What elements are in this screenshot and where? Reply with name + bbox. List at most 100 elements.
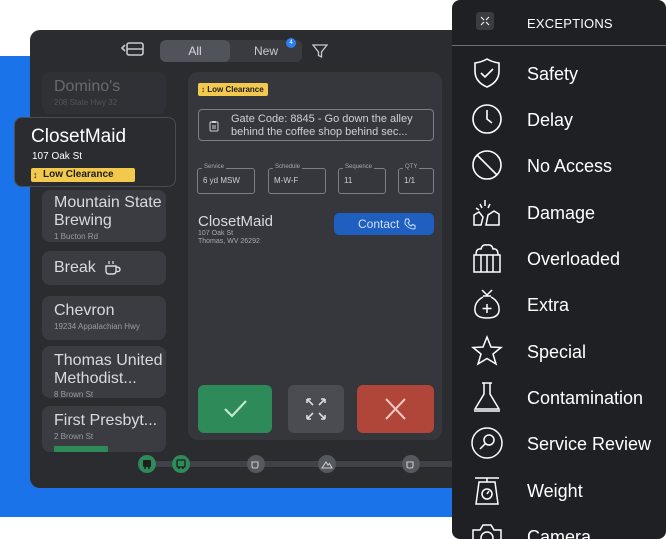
menu-item-no-access[interactable]: No Access bbox=[452, 142, 666, 188]
stop-address: 208 State Hwy 32 bbox=[54, 98, 118, 107]
schedule-label: Schedule bbox=[273, 162, 303, 172]
break-label: Break bbox=[54, 259, 96, 276]
stop-filter-tabs: All New bbox=[160, 40, 302, 62]
menu-item-service-review[interactable]: Service Review bbox=[452, 420, 666, 466]
route-back-icon[interactable] bbox=[118, 38, 146, 60]
qty-field: QTY 1/1 bbox=[398, 162, 434, 194]
exceptions-menu-header: EXCEPTIONS bbox=[452, 0, 666, 46]
stop-address: 8 Brown St bbox=[54, 390, 94, 398]
phone-icon bbox=[404, 218, 416, 230]
break-button[interactable]: Break bbox=[42, 251, 166, 285]
stop-name: Domino's bbox=[54, 78, 121, 95]
menu-item-label: Delay bbox=[527, 110, 574, 130]
stop-address: 1 Bucton Rd bbox=[54, 232, 99, 241]
collapse-arrows-icon[interactable] bbox=[476, 12, 494, 30]
x-icon bbox=[385, 398, 406, 420]
menu-item-damage[interactable]: Damage bbox=[452, 189, 666, 235]
menu-item-contamination[interactable]: Contamination bbox=[452, 374, 666, 420]
stop-address: 2 Brown St bbox=[54, 432, 94, 441]
menu-item-label: Safety bbox=[527, 64, 579, 84]
service-field: Service 6 yd MSW bbox=[197, 162, 255, 194]
sequence-field: Sequence 11 bbox=[338, 162, 386, 194]
scale-icon bbox=[475, 477, 499, 505]
flask-icon bbox=[473, 382, 501, 412]
low-clearance-tag: Low Clearance bbox=[31, 168, 135, 182]
selected-stop-address: 107 Oak St bbox=[32, 151, 83, 162]
menu-item-label: Contamination bbox=[527, 388, 644, 408]
menu-item-camera[interactable]: Camera bbox=[452, 513, 666, 539]
status-badge bbox=[54, 446, 108, 452]
extra-bag-icon bbox=[474, 289, 500, 319]
menu-item-label: Service Review bbox=[527, 434, 652, 454]
customer-address-line2: Thomas, WV 26292 bbox=[198, 238, 260, 245]
qty-value: 1/1 bbox=[404, 176, 416, 185]
menu-item-label: Damage bbox=[527, 203, 596, 223]
tablet-screen: All New 4 Domino's 208 State Hwy 32 Moun… bbox=[30, 30, 470, 488]
no-entry-icon bbox=[472, 150, 502, 180]
menu-item-label: Extra bbox=[527, 295, 570, 315]
service-label: Service bbox=[202, 162, 227, 172]
tab-all[interactable]: All bbox=[160, 40, 230, 62]
menu-item-safety[interactable]: Safety bbox=[452, 50, 666, 96]
expand-arrows-icon bbox=[306, 398, 326, 420]
landfill-icon[interactable] bbox=[318, 455, 336, 473]
clipboard-icon bbox=[209, 121, 219, 132]
stop-name: Thomas United Methodist... bbox=[54, 352, 163, 387]
qty-label: QTY bbox=[403, 162, 420, 172]
exceptions-menu: EXCEPTIONS Safety Delay No Access Damage… bbox=[452, 0, 666, 539]
stop-name: Mountain State Brewing bbox=[54, 194, 162, 229]
list-item[interactable]: Chevron 19234 Appalachian Hwy bbox=[42, 296, 166, 340]
schedule-value: M-W-F bbox=[274, 176, 299, 185]
menu-item-label: Overloaded bbox=[527, 249, 621, 269]
camera-icon bbox=[472, 524, 502, 539]
menu-item-overloaded[interactable]: Overloaded bbox=[452, 235, 666, 281]
gate-note-field[interactable]: Gate Code: 8845 - Go down the alley behi… bbox=[198, 109, 434, 141]
customer-name: ClosetMaid bbox=[198, 213, 274, 230]
stop-name: First Presbyt... bbox=[54, 412, 158, 429]
list-item[interactable]: Thomas United Methodist... 8 Brown St bbox=[42, 346, 166, 398]
truck-icon[interactable] bbox=[138, 455, 156, 473]
checkmark-icon bbox=[224, 400, 247, 418]
menu-item-extra[interactable]: Extra bbox=[452, 281, 666, 327]
damage-icon bbox=[473, 200, 500, 226]
selected-stop-card[interactable]: ClosetMaid 107 Oak St Low Clearance bbox=[14, 117, 176, 187]
schedule-field: Schedule M-W-F bbox=[268, 162, 326, 194]
sequence-label: Sequence bbox=[343, 162, 375, 172]
new-count-badge: 4 bbox=[286, 38, 296, 48]
coffee-cup-icon[interactable] bbox=[247, 455, 265, 473]
sequence-value: 11 bbox=[344, 176, 353, 185]
skip-button[interactable] bbox=[357, 385, 434, 433]
list-item[interactable]: Mountain State Brewing 1 Bucton Rd bbox=[42, 190, 166, 242]
coffee-cup-icon[interactable] bbox=[402, 455, 420, 473]
customer-address: 107 Oak St Thomas, WV 26292 bbox=[198, 230, 260, 246]
contact-button[interactable]: Contact bbox=[334, 213, 434, 235]
search-icon bbox=[471, 427, 503, 459]
shield-check-icon bbox=[474, 58, 500, 88]
low-clearance-tag: ↕ Low Clearance bbox=[198, 83, 268, 96]
stop-name: Chevron bbox=[54, 302, 115, 319]
exceptions-title: EXCEPTIONS bbox=[527, 16, 613, 31]
stop-address: 19234 Appalachian Hwy bbox=[54, 322, 140, 331]
filter-icon[interactable] bbox=[311, 43, 329, 59]
list-item[interactable]: Domino's 208 State Hwy 32 bbox=[42, 72, 166, 114]
customer-address-line1: 107 Oak St bbox=[198, 230, 234, 237]
overloaded-bin-icon bbox=[473, 244, 501, 273]
exceptions-button[interactable] bbox=[288, 385, 344, 433]
list-item[interactable]: First Presbyt... 2 Brown St bbox=[42, 406, 166, 452]
menu-item-weight[interactable]: Weight bbox=[452, 467, 666, 513]
complete-button[interactable] bbox=[198, 385, 272, 433]
gate-note-text: Gate Code: 8845 - Go down the alley behi… bbox=[231, 113, 413, 138]
menu-item-label: Special bbox=[527, 342, 587, 362]
service-value: 6 yd MSW bbox=[203, 176, 240, 185]
contact-label: Contact bbox=[358, 217, 400, 231]
coffee-cup-icon bbox=[105, 261, 121, 275]
star-icon bbox=[471, 334, 503, 366]
menu-item-label: No Access bbox=[527, 156, 613, 176]
stop-detail-panel: ↕ Low Clearance Gate Code: 8845 - Go dow… bbox=[188, 72, 442, 440]
clock-icon bbox=[472, 104, 502, 134]
menu-item-delay[interactable]: Delay bbox=[452, 96, 666, 142]
truck-icon[interactable] bbox=[172, 455, 190, 473]
menu-item-special[interactable]: Special bbox=[452, 328, 666, 374]
menu-item-label: Weight bbox=[527, 481, 583, 501]
selected-stop-name: ClosetMaid bbox=[31, 126, 127, 147]
